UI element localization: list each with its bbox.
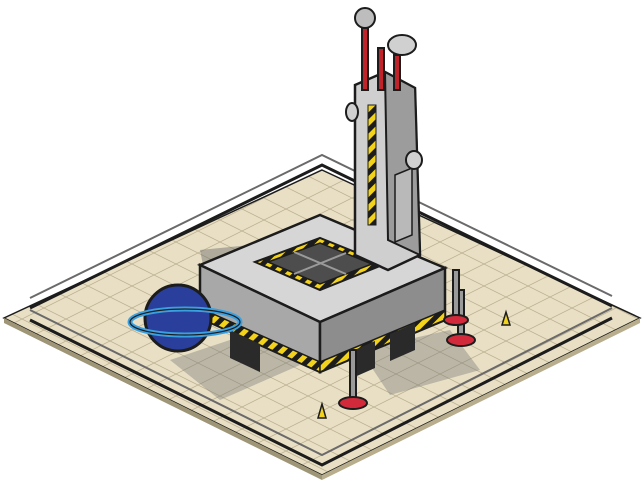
launch-base-building[interactable] xyxy=(0,0,643,488)
launch-tower[interactable] xyxy=(353,70,422,272)
game-scene xyxy=(0,0,643,488)
